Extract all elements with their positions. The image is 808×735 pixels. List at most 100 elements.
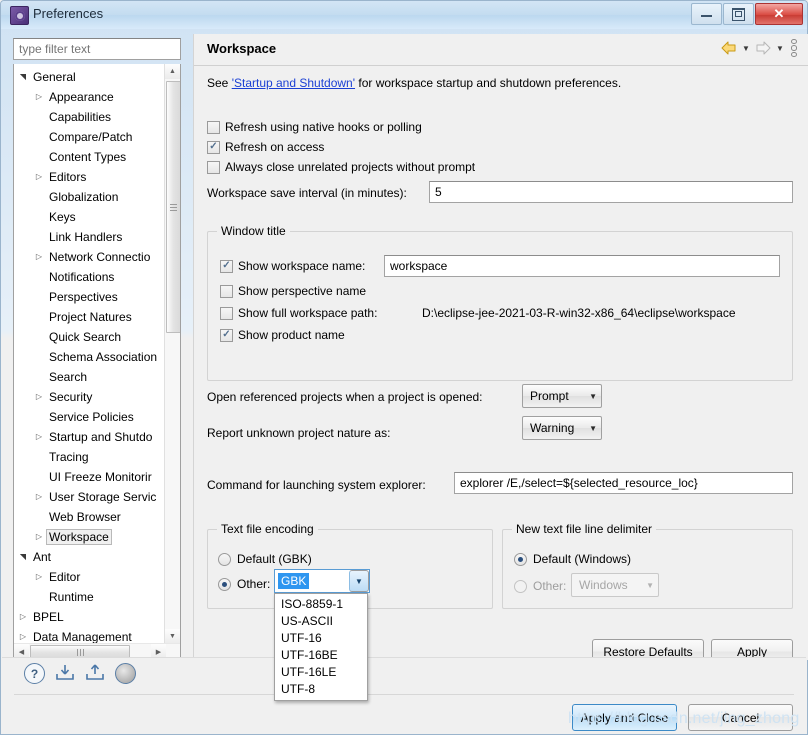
collapsed-arrow-icon[interactable]: ▷ [32, 433, 46, 441]
tree-vertical-scrollbar[interactable]: ▲ ▼ [164, 64, 180, 644]
tree-item-content-types[interactable]: Content Types [14, 147, 166, 167]
scroll-down-icon[interactable]: ▼ [165, 629, 180, 644]
tree-item-search[interactable]: Search [14, 367, 166, 387]
expanded-arrow-icon[interactable]: ◢ [18, 550, 27, 564]
tree-item-user-storage-servic[interactable]: ▷ User Storage Servic [14, 487, 166, 507]
tree-item-capabilities[interactable]: Capabilities [14, 107, 166, 127]
collapsed-arrow-icon[interactable]: ▷ [16, 613, 30, 621]
tree-item-bpel[interactable]: ▷ BPEL [14, 607, 166, 627]
group-title: Window title [217, 224, 290, 238]
maximize-button[interactable] [723, 3, 754, 25]
encoding-option[interactable]: UTF-16 [275, 630, 367, 647]
tree-item-service-policies[interactable]: Service Policies [14, 407, 166, 427]
record-icon[interactable] [115, 663, 139, 687]
collapsed-arrow-icon[interactable]: ▷ [32, 173, 46, 181]
encoding-option[interactable]: US-ASCII [275, 613, 367, 630]
collapsed-arrow-icon[interactable]: ▷ [32, 573, 46, 581]
encoding-option[interactable]: ISO-8859-1 [275, 596, 367, 613]
window-controls: ✕ [690, 3, 803, 25]
expanded-arrow-icon[interactable]: ◢ [18, 70, 27, 84]
forward-arrow-icon[interactable] [754, 39, 772, 57]
encoding-option[interactable]: UTF-16LE [275, 664, 367, 681]
tree-item-appearance[interactable]: ▷ Appearance [14, 87, 166, 107]
tree-item-workspace[interactable]: ▷ Workspace [14, 527, 166, 547]
show-product-name-checkbox[interactable]: Show product name [220, 328, 345, 342]
system-explorer-input[interactable] [454, 472, 793, 494]
encoding-option[interactable]: UTF-16BE [275, 647, 367, 664]
tree-item-globalization[interactable]: Globalization [14, 187, 166, 207]
close-button[interactable]: ✕ [755, 3, 803, 25]
import-icon[interactable] [54, 663, 78, 687]
delimiter-other-combo: Windows ▼ [571, 573, 659, 597]
tree-item-quick-search[interactable]: Quick Search [14, 327, 166, 347]
collapsed-arrow-icon[interactable]: ▷ [32, 393, 46, 401]
tree-item-label: UI Freeze Monitorir [49, 470, 152, 484]
tree-item-notifications[interactable]: Notifications [14, 267, 166, 287]
tree-item-general[interactable]: ◢ General [14, 67, 166, 87]
close-unrelated-projects-checkbox[interactable]: Always close unrelated projects without … [207, 160, 475, 174]
show-workspace-name-checkbox[interactable]: Show workspace name: [220, 259, 365, 273]
checkbox-label: Show perspective name [238, 284, 367, 298]
tree-item-startup-and-shutdo[interactable]: ▷ Startup and Shutdo [14, 427, 166, 447]
back-arrow-icon[interactable] [720, 39, 738, 57]
tree-item-keys[interactable]: Keys [14, 207, 166, 227]
encoding-other-radio[interactable]: Other: [218, 577, 270, 591]
tree-item-web-browser[interactable]: Web Browser [14, 507, 166, 527]
preferences-tree[interactable]: ◢ General ▷ Appearance Capabilities Compare/P… [13, 64, 181, 660]
back-dropdown-icon[interactable]: ▼ [740, 39, 752, 57]
help-icon[interactable]: ? [24, 663, 48, 687]
tree-item-ant[interactable]: ◢ Ant [14, 547, 166, 567]
refresh-native-hooks-checkbox[interactable]: Refresh using native hooks or polling [207, 120, 422, 134]
tree-item-project-natures[interactable]: Project Natures [14, 307, 166, 327]
save-interval-input[interactable] [429, 181, 793, 203]
tree-item-network-connectio[interactable]: ▷ Network Connectio [14, 247, 166, 267]
show-full-workspace-path-checkbox[interactable]: Show full workspace path: [220, 306, 377, 320]
tree-item-label: Editors [49, 170, 87, 184]
vertical-scroll-thumb[interactable] [166, 81, 180, 333]
tree-item-runtime[interactable]: Runtime [14, 587, 166, 607]
title-bar: Preferences ✕ [1, 1, 807, 29]
scroll-up-icon[interactable]: ▲ [165, 64, 180, 79]
encoding-option[interactable]: UTF-8 [275, 681, 367, 698]
encoding-default-radio[interactable]: Default (GBK) [218, 552, 312, 566]
watermark-text: https://blog.csdn.net/jing_zhong [568, 710, 800, 727]
tree-item-tracing[interactable]: Tracing [14, 447, 166, 467]
tree-item-compare-patch[interactable]: Compare/Patch [14, 127, 166, 147]
forward-dropdown-icon[interactable]: ▼ [774, 39, 786, 57]
view-menu-icon[interactable] [788, 39, 800, 57]
tree-item-perspectives[interactable]: Perspectives [14, 287, 166, 307]
tree-item-editors[interactable]: ▷ Editors [14, 167, 166, 187]
tree-item-schema-association[interactable]: Schema Association [14, 347, 166, 367]
collapsed-arrow-icon[interactable]: ▷ [32, 533, 46, 541]
startup-shutdown-link[interactable]: 'Startup and Shutdown' [232, 76, 355, 90]
show-perspective-name-checkbox[interactable]: Show perspective name [220, 284, 366, 298]
tree-item-label: Tracing [49, 450, 89, 464]
collapsed-arrow-icon[interactable]: ▷ [32, 253, 46, 261]
unknown-nature-combo[interactable]: Warning ▼ [522, 416, 602, 440]
workspace-name-input[interactable] [384, 255, 780, 277]
delimiter-default-radio[interactable]: Default (Windows) [514, 552, 631, 566]
tree-item-security[interactable]: ▷ Security [14, 387, 166, 407]
minimize-button[interactable] [691, 3, 722, 25]
tree-item-link-handlers[interactable]: Link Handlers [14, 227, 166, 247]
filter-input[interactable] [13, 38, 181, 60]
tree-item-label: Quick Search [49, 330, 122, 344]
collapsed-arrow-icon[interactable]: ▷ [32, 493, 46, 501]
collapsed-arrow-icon[interactable]: ▷ [16, 633, 30, 641]
collapsed-arrow-icon[interactable]: ▷ [32, 93, 46, 101]
chevron-down-icon[interactable]: ▼ [349, 570, 369, 592]
tree-item-label: Workspace [46, 529, 112, 545]
open-referenced-combo[interactable]: Prompt ▼ [522, 384, 602, 408]
tree-item-editor[interactable]: ▷ Editor [14, 567, 166, 587]
tree-items: ◢ General ▷ Appearance Capabilities Compare/P… [14, 64, 166, 647]
export-icon[interactable] [84, 663, 108, 687]
checkbox-box [207, 120, 220, 134]
refresh-on-access-checkbox[interactable]: Refresh on access [207, 140, 324, 154]
page-title: Workspace [207, 41, 277, 56]
tree-item-label: Perspectives [49, 290, 118, 304]
encoding-dropdown-list[interactable]: ISO-8859-1 US-ASCII UTF-16 UTF-16BE UTF-16LE… [274, 593, 368, 701]
encoding-combo[interactable]: GBK ▼ [274, 569, 370, 593]
delimiter-other-radio[interactable]: Other: [514, 579, 566, 593]
window-title: Preferences [33, 6, 104, 21]
tree-item-ui-freeze-monitorir[interactable]: UI Freeze Monitorir [14, 467, 166, 487]
